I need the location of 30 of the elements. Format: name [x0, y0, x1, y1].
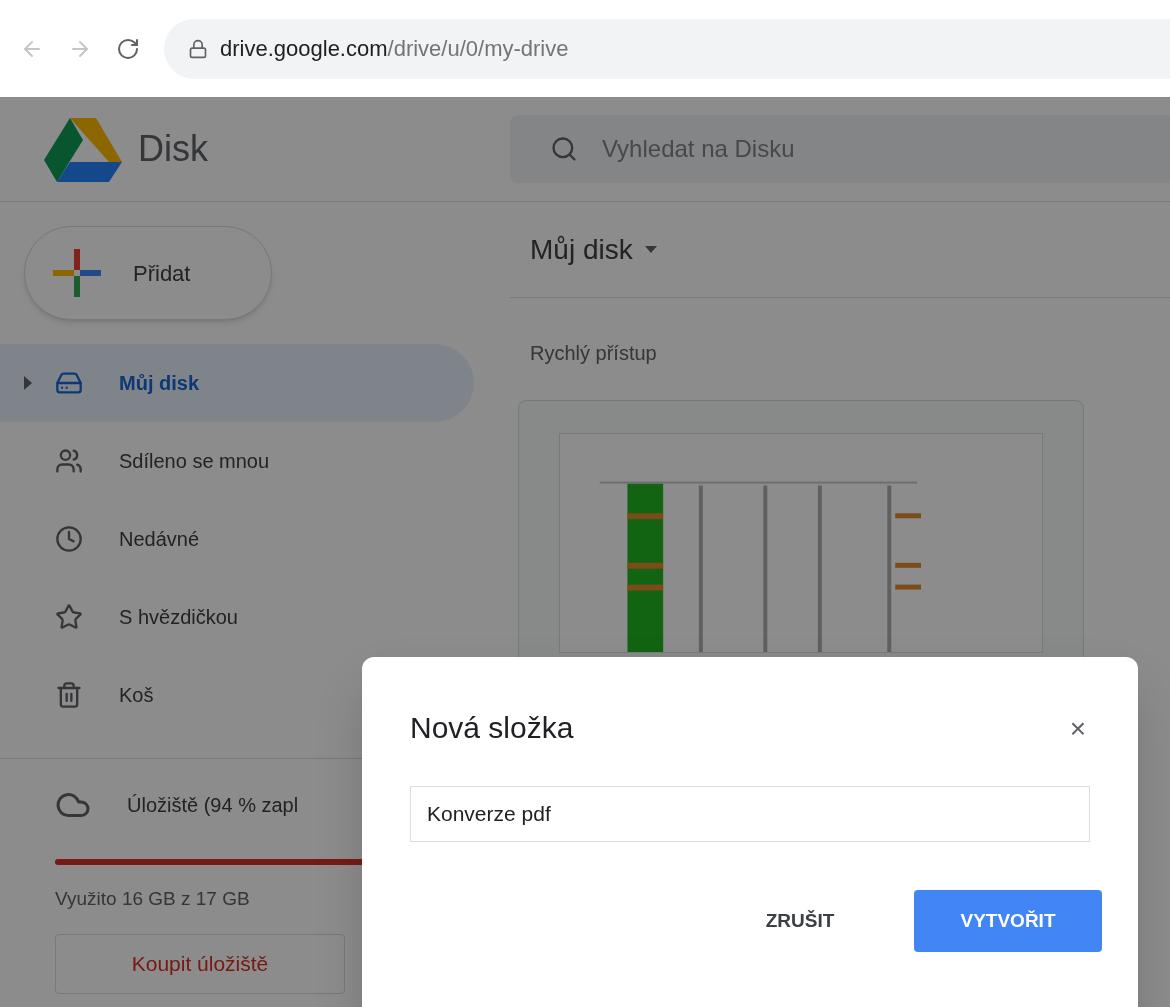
app-name: Disk [138, 127, 208, 171]
storage-label: Úložiště (94 % zapl [127, 793, 299, 818]
section-heading: Rychlý přístup [529, 341, 658, 366]
nav-item[interactable]: Můj disk [0, 344, 474, 422]
expand-arrow-icon[interactable] [22, 376, 33, 390]
url-text: drive.google.com/drive/u/0/my-drive [220, 35, 569, 63]
close-button[interactable]: × [1058, 707, 1098, 748]
storage-usage: Využito 16 GB z 17 GB [55, 887, 251, 911]
nav-item[interactable]: Sdíleno se mnou [0, 422, 474, 500]
nav-item[interactable]: Nedávné [0, 500, 474, 578]
clock-icon [55, 525, 83, 553]
buy-storage-button[interactable]: Koupit úložiště [55, 933, 345, 994]
nav-item[interactable]: S hvězdičkou [0, 578, 474, 656]
reload-icon[interactable] [116, 36, 140, 61]
create-button[interactable]: VYTVOŘIT [914, 890, 1102, 952]
new-button[interactable]: Přidat [24, 226, 272, 320]
plus-icon [53, 249, 101, 297]
people-icon [55, 447, 83, 475]
lock-icon [188, 38, 208, 59]
search-field[interactable]: Vyhledat na Disku [602, 131, 1170, 167]
search-bar[interactable]: Vyhledat na Disku [510, 115, 1170, 183]
folder-name-field[interactable]: Konverze pdf [410, 786, 1090, 842]
page-title[interactable]: Můj disk [530, 228, 633, 271]
trash-icon [55, 681, 83, 709]
search-icon[interactable] [550, 135, 578, 163]
dropdown-arrow-icon[interactable] [644, 246, 657, 253]
drive-logo-icon [44, 116, 122, 182]
dialog-title: Nová složka [410, 710, 574, 746]
star-icon [55, 603, 83, 631]
address-bar[interactable]: drive.google.com/drive/u/0/my-drive [164, 18, 1170, 79]
